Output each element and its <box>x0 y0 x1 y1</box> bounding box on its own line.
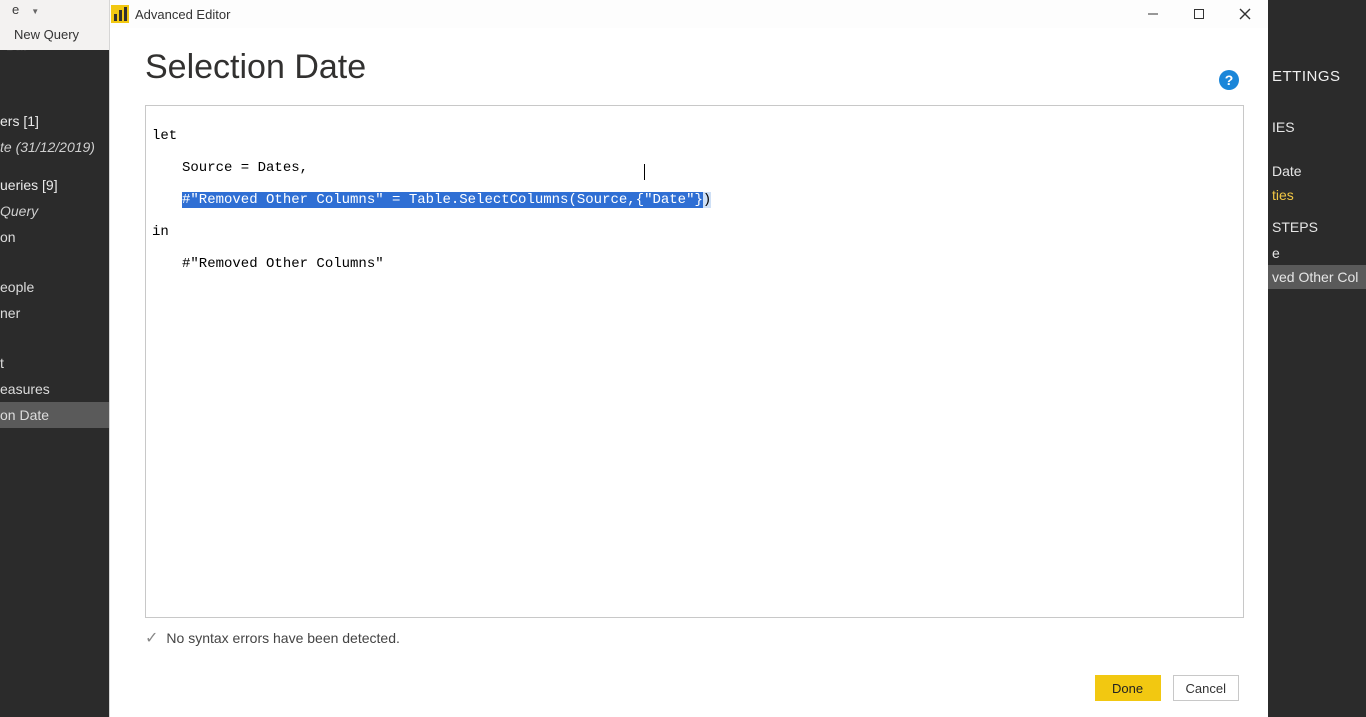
cancel-button[interactable]: Cancel <box>1173 675 1239 701</box>
window-titlebar[interactable]: Advanced Editor <box>110 0 1268 28</box>
code-selection[interactable]: #"Removed Other Columns" = Table.SelectC… <box>182 192 703 208</box>
syntax-status: ✓ No syntax errors have been detected. <box>145 628 1244 648</box>
advanced-editor-window: Advanced Editor Selection Date ? let Sou… <box>109 0 1268 717</box>
list-item[interactable]: on <box>0 224 109 250</box>
code-line[interactable]: let <box>152 128 1237 144</box>
list-item[interactable]: t <box>0 350 109 376</box>
list-item[interactable]: ner <box>0 300 109 326</box>
done-button[interactable]: Done <box>1095 675 1161 701</box>
list-item[interactable]: te (31/12/2019) <box>0 134 109 160</box>
code-line[interactable]: Source = Dates, <box>152 160 1237 176</box>
settings-header: ETTINGS <box>1268 62 1366 91</box>
ribbon-item[interactable]: e▼ <box>0 0 51 19</box>
settings-side-panel: ETTINGS IES Date ties STEPS e ved Other … <box>1268 0 1366 717</box>
help-icon[interactable]: ? <box>1219 70 1239 90</box>
powerbi-icon <box>111 5 129 23</box>
code-line[interactable]: #"Removed Other Columns" <box>152 256 1237 272</box>
queries-list[interactable]: ers [1] te (31/12/2019) ueries [9] Query… <box>0 108 109 428</box>
step-item-selected[interactable]: ved Other Col <box>1268 265 1366 289</box>
dialog-buttons: Done Cancel <box>1095 675 1239 701</box>
query-name-value: Date <box>1268 159 1366 183</box>
applied-steps-header: STEPS <box>1268 213 1366 241</box>
ribbon-fragment: e▼ Sources▼ Dat <box>0 0 109 20</box>
properties-header: IES <box>1268 113 1366 141</box>
list-item[interactable]: Query <box>0 198 109 224</box>
code-line[interactable]: in <box>152 224 1237 240</box>
code-line[interactable]: #"Removed Other Columns" = Table.SelectC… <box>152 192 1237 208</box>
window-title: Advanced Editor <box>135 7 230 22</box>
close-button[interactable] <box>1222 0 1268 28</box>
queries-side-panel: e▼ Sources▼ Dat New Query ers [1] te (31… <box>0 0 109 717</box>
step-item[interactable]: e <box>1268 241 1366 265</box>
code-editor[interactable]: let Source = Dates, #"Removed Other Colu… <box>145 105 1244 618</box>
syntax-status-text: No syntax errors have been detected. <box>166 630 399 646</box>
list-item-selected[interactable]: on Date <box>0 402 109 428</box>
list-item[interactable]: easures <box>0 376 109 402</box>
maximize-button[interactable] <box>1176 0 1222 28</box>
checkmark-icon: ✓ <box>145 628 158 648</box>
page-title: Selection Date <box>145 48 1244 87</box>
list-item[interactable]: eople <box>0 274 109 300</box>
query-group[interactable]: ers [1] <box>0 108 109 134</box>
all-properties-link[interactable]: ties <box>1268 183 1366 207</box>
text-cursor-icon <box>644 164 645 180</box>
ribbon-group-label: New Query <box>0 20 109 50</box>
query-group[interactable]: ueries [9] <box>0 172 109 198</box>
minimize-button[interactable] <box>1130 0 1176 28</box>
